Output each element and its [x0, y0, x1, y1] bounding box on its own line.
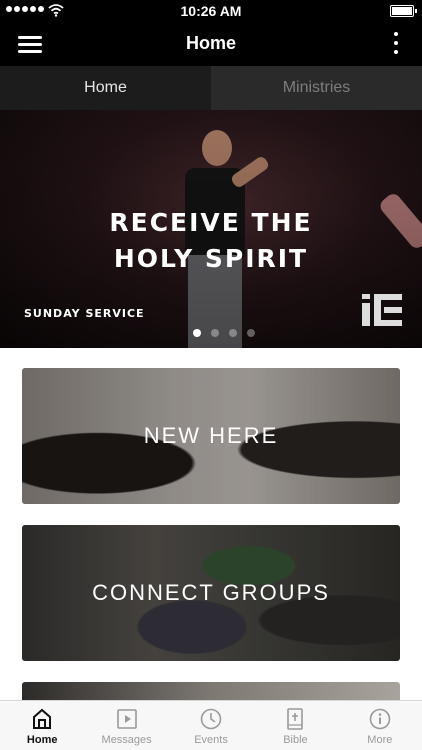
tab-ministries[interactable]: Ministries — [211, 66, 422, 110]
hero-carousel[interactable]: RECEIVE THE HOLY SPIRIT SUNDAY SERVICE — [0, 110, 422, 348]
hero-headline-line1: RECEIVE THE — [109, 208, 313, 237]
navigation-bar: Home — [0, 22, 422, 66]
play-video-icon — [116, 709, 137, 729]
new-here-card[interactable]: NEW HERE — [22, 368, 400, 504]
carousel-pagination — [0, 329, 422, 337]
hero-headline: RECEIVE THE HOLY SPIRIT — [0, 205, 422, 277]
carousel-dot[interactable] — [193, 329, 201, 337]
hero-headline-line2: HOLY SPIRIT — [113, 244, 309, 273]
third-card[interactable] — [22, 682, 400, 700]
tab-bar-label: Messages — [101, 734, 152, 746]
tab-bar-label: Bible — [283, 734, 308, 746]
tab-bar-bible[interactable]: Bible — [253, 701, 337, 750]
ic-logo-icon — [362, 294, 402, 326]
bottom-tab-bar: Home Messages Events Bible More — [0, 700, 422, 750]
tab-bar-home[interactable]: Home — [0, 701, 84, 750]
vertical-ellipsis-icon[interactable] — [392, 32, 400, 56]
card-label: NEW HERE — [143, 423, 279, 448]
carousel-dot[interactable] — [229, 329, 237, 337]
content-list: NEW HERE CONNECT GROUPS — [0, 348, 422, 700]
connect-groups-card[interactable]: CONNECT GROUPS — [22, 525, 400, 661]
tab-bar-more[interactable]: More — [338, 701, 422, 750]
tab-home[interactable]: Home — [0, 66, 211, 110]
info-icon — [369, 708, 391, 730]
status-bar: 10:26 AM — [0, 0, 422, 22]
tab-bar-label: More — [367, 734, 393, 746]
home-icon — [33, 708, 52, 729]
carousel-dot[interactable] — [211, 329, 219, 337]
page-title: Home — [185, 33, 236, 53]
tab-bar-messages[interactable]: Messages — [84, 701, 168, 750]
tab-bar-label: Home — [26, 734, 58, 746]
card-label: CONNECT GROUPS — [92, 580, 330, 605]
clock-icon — [200, 708, 222, 730]
tab-bar-events[interactable]: Events — [169, 701, 253, 750]
tab-bar-label: Events — [194, 734, 228, 746]
bible-icon — [287, 708, 304, 730]
battery-icon — [390, 5, 417, 17]
status-time: 10:26 AM — [180, 3, 242, 19]
carousel-dot[interactable] — [247, 329, 255, 337]
top-tabs: Home Ministries — [0, 66, 422, 110]
hero-subtitle: SUNDAY SERVICE — [24, 307, 145, 320]
